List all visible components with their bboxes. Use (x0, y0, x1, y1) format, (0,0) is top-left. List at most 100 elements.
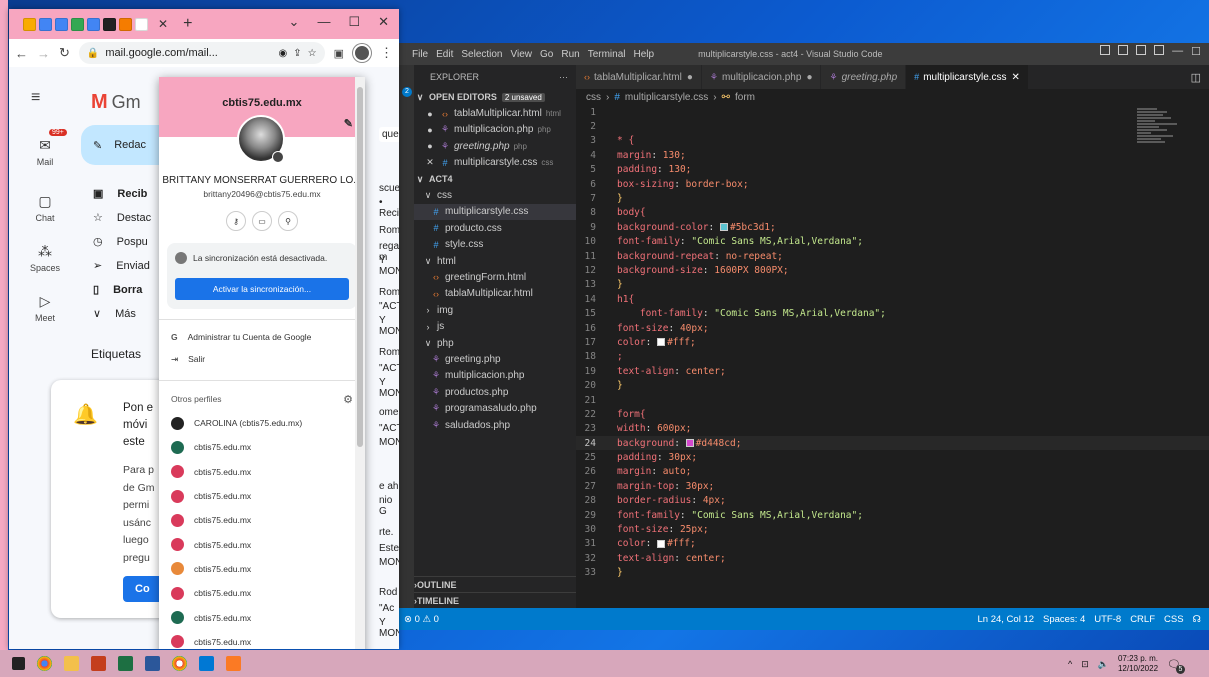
reload-icon[interactable]: ↻ (59, 45, 70, 61)
menu-item-selection[interactable]: Selection (461, 49, 502, 60)
close-icon[interactable]: ✕ (424, 157, 436, 168)
email-snippet[interactable]: Y MON (379, 377, 399, 399)
email-snippet[interactable]: nio G (379, 495, 399, 517)
menu-item-edit[interactable]: Edit (436, 49, 453, 60)
rail-chat[interactable]: ▢ Chat (9, 193, 81, 223)
color-swatch[interactable] (657, 539, 666, 548)
breadcrumb-file[interactable]: multiplicarstyle.css (625, 92, 708, 103)
project-section[interactable]: ∨ ACT4 (414, 171, 576, 187)
maximize-icon[interactable]: ☐ (1191, 45, 1201, 58)
xampp-taskbar-icon[interactable] (226, 656, 241, 671)
email-snippet[interactable]: Rome (379, 225, 399, 236)
nav-item-3[interactable]: ➢ Enviad (93, 259, 150, 273)
profile-item[interactable]: cbtis75.edu.mx (159, 532, 365, 556)
profile-item[interactable]: cbtis75.edu.mx (159, 581, 365, 605)
excel-icon[interactable] (118, 656, 133, 671)
nav-item-2[interactable]: ◷ Pospu (93, 235, 148, 249)
word-icon[interactable] (145, 656, 160, 671)
profile-avatar[interactable] (353, 44, 371, 62)
source-control-badge[interactable]: 2 (402, 87, 412, 97)
breadcrumb-folder[interactable]: css (586, 92, 601, 103)
tree-item[interactable]: # multiplicarstyle.css (414, 203, 576, 221)
open-editors-section[interactable]: ∨ OPEN EDITORS 2 unsaved (414, 89, 576, 105)
tree-item[interactable]: ‹› greetingForm.html (414, 269, 576, 285)
timeline-section[interactable]: › TIMELINE (414, 592, 576, 608)
star-icon[interactable]: ☆ (308, 48, 317, 59)
google-favicon-icon[interactable] (135, 17, 148, 31)
hamburger-icon[interactable]: ≡ (31, 89, 40, 107)
indentation-status[interactable]: Spaces: 4 (1043, 614, 1085, 625)
rail-meet[interactable]: ▷ Meet (9, 293, 81, 323)
unsaved-dot-icon[interactable]: ● (806, 72, 812, 83)
forward-icon[interactable]: → (37, 46, 50, 61)
encoding-status[interactable]: UTF-8 (1094, 614, 1121, 625)
github-favicon-icon[interactable] (103, 17, 116, 31)
toggle-secondary-icon[interactable] (1136, 45, 1147, 55)
gear-icon[interactable]: ⚙ (343, 393, 353, 406)
email-snippet[interactable]: Rod (379, 587, 397, 598)
location-pin-icon[interactable]: ⚲ (278, 211, 298, 231)
color-swatch[interactable] (685, 439, 694, 448)
code-editor[interactable]: 1 2 3 * {4 margin: 130; 5 padding: 130; 6 box-si… (576, 105, 1209, 608)
tree-item[interactable]: ⚘ programasaludo.php (414, 400, 576, 416)
profile-item[interactable]: cbtis75.edu.mx (159, 605, 365, 629)
email-snippet[interactable]: Rome (379, 347, 399, 358)
open-editor-item[interactable]: ● ⚘ multiplicacion.php php (414, 122, 576, 138)
email-snippet[interactable]: queda (379, 127, 399, 142)
tab-search-icon[interactable]: ⌄ (289, 14, 300, 30)
tree-item[interactable]: ⚘ productos.php (414, 384, 576, 400)
profile-item[interactable]: CAROLINA (cbtis75.edu.mx) (159, 411, 365, 435)
profile-item[interactable]: cbtis75.edu.mx (159, 484, 365, 508)
share-icon[interactable]: ⇪ (293, 48, 301, 59)
minimize-icon[interactable]: — (1172, 45, 1183, 58)
tree-item[interactable]: ∨ html (414, 253, 576, 269)
profile-item[interactable]: cbtis75.edu.mx (159, 508, 365, 532)
tree-item[interactable]: # style.css (414, 237, 576, 253)
profile-item[interactable]: cbtis75.edu.mx (159, 460, 365, 484)
minimize-icon[interactable]: — (317, 14, 330, 30)
eol-status[interactable]: CRLF (1130, 614, 1155, 625)
xampp-favicon-icon[interactable] (119, 17, 132, 31)
profile-item[interactable]: cbtis75.edu.mx (159, 630, 365, 649)
color-swatch[interactable] (719, 223, 728, 232)
file-explorer-icon[interactable] (64, 656, 79, 671)
vscode-taskbar-icon[interactable] (199, 656, 214, 671)
minimap[interactable] (1137, 107, 1185, 163)
menu-item-help[interactable]: Help (634, 49, 655, 60)
cursor-position[interactable]: Ln 24, Col 12 (978, 614, 1035, 625)
email-snippet[interactable]: MON (379, 437, 399, 448)
rail-mail[interactable]: ✉ 99+ Mail (9, 129, 81, 167)
toggle-panel-icon[interactable] (1118, 45, 1129, 55)
chevron-up-icon[interactable]: ^ (1068, 659, 1072, 669)
email-snippet[interactable]: • Reci (379, 197, 399, 219)
back-icon[interactable]: ← (15, 46, 28, 61)
tree-item[interactable]: › img (414, 302, 576, 318)
tree-item[interactable]: ⚘ saludados.php (414, 417, 576, 433)
more-actions-icon[interactable]: ··· (559, 72, 568, 82)
side-panel-icon[interactable]: ▣ (334, 47, 344, 60)
tree-item[interactable]: # producto.css (414, 220, 576, 236)
close-tab-icon[interactable]: ✕ (158, 17, 168, 31)
outline-section[interactable]: › OUTLINE (414, 576, 576, 592)
breadcrumb-symbol[interactable]: form (735, 92, 755, 103)
tree-item[interactable]: ⚘ greeting.php (414, 351, 576, 367)
email-snippet[interactable]: rte. (379, 527, 393, 538)
logout-item[interactable]: ⇥ Salir (159, 348, 365, 370)
menu-item-view[interactable]: View (511, 49, 533, 60)
powerpoint-icon[interactable] (91, 656, 106, 671)
edit-pencil-icon[interactable]: ✎ (344, 117, 353, 130)
view-icon[interactable]: ◉ (279, 48, 288, 59)
drive-favicon-icon[interactable] (23, 17, 36, 31)
tab-tablamultiplicar-html[interactable]: ‹› tablaMultiplicar.html ● (576, 65, 702, 89)
chrome-profile-taskbar-icon[interactable] (172, 656, 187, 671)
manage-account-item[interactable]: G Administrar tu Cuenta de Google (159, 326, 365, 348)
close-icon[interactable]: ✕ (378, 14, 389, 30)
chrome-taskbar-icon[interactable] (37, 656, 52, 671)
nav-item-4[interactable]: ▯ Borra (93, 283, 142, 297)
profile-item[interactable]: cbtis75.edu.mx (159, 435, 365, 459)
nav-item-0[interactable]: ▣ Recib (93, 187, 147, 201)
email-snippet[interactable]: "Ac (379, 603, 394, 614)
docs-favicon-icon[interactable] (39, 17, 52, 31)
menu-item-terminal[interactable]: Terminal (588, 49, 626, 60)
open-editor-item[interactable]: ● ⚘ greeting.php php (414, 138, 576, 154)
